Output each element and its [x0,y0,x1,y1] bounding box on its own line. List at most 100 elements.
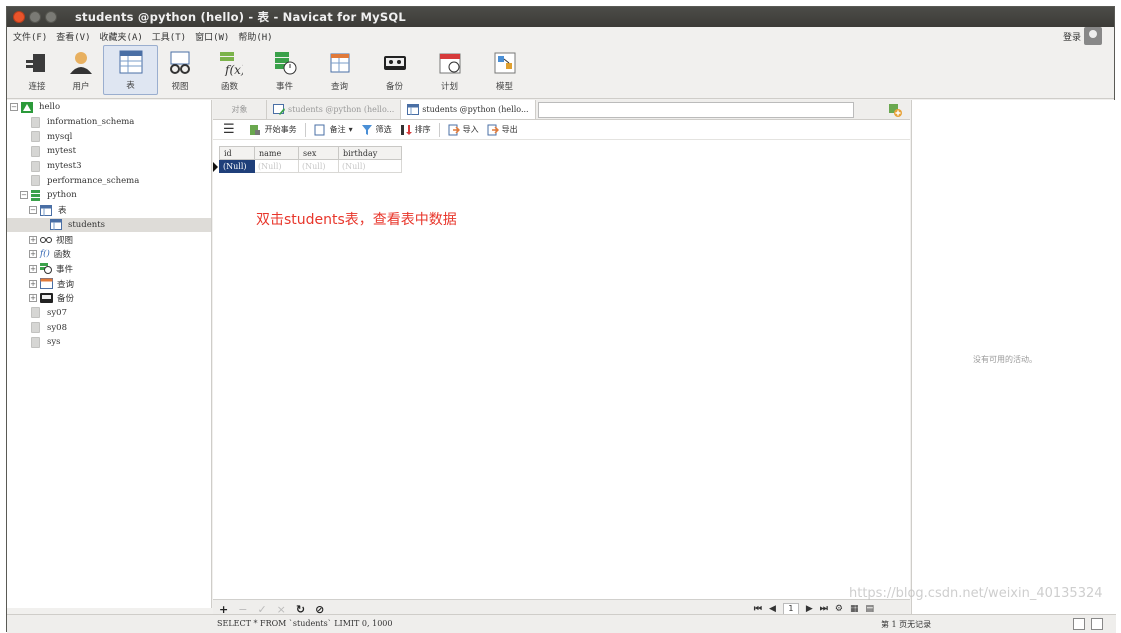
tree-node-queries[interactable]: + 查询 [7,276,211,291]
expand-icon[interactable]: + [29,294,37,303]
column-header-name[interactable]: name [254,146,299,160]
toolbar-schedule-label: 计划 [440,82,458,92]
tree-db-label: python [47,190,77,201]
tree-db-label: performance_schema [47,175,140,186]
tree-db-sy08[interactable]: sy08 [7,320,211,335]
cell-name[interactable]: (Null) [254,159,299,173]
menu-bar: 文件(F) 查看(V) 收藏夹(A) 工具(T) 窗口(W) 帮助(H) 登录 [7,27,1114,45]
toolbar-view-button[interactable]: 视图 [158,45,202,95]
tree-db-mytest3[interactable]: mytest3 [7,159,211,174]
tree-db-performance-schema[interactable]: performance_schema [7,173,211,188]
cell-sex[interactable]: (Null) [298,159,339,173]
collapse-icon[interactable]: − [29,206,37,215]
toolbar-event-label: 事件 [275,82,293,92]
tree-node-views[interactable]: + 视图 [7,232,211,247]
collapse-icon[interactable]: − [10,103,18,112]
settings-gear-icon[interactable]: ⚙ [835,604,843,614]
tab-filter-field[interactable] [537,101,854,118]
prev-page-icon[interactable]: ◀ [769,604,776,614]
tree-db-python[interactable]: − python [7,188,211,203]
toggle-right-panel-icon[interactable] [1091,618,1103,630]
toolbar-model-button[interactable]: 模型 [477,45,532,95]
user-avatar-icon[interactable] [1084,27,1102,45]
menu-file[interactable]: 文件(F) [13,30,47,43]
toolbar-backup-label: 备份 [385,82,403,92]
table-icon [50,219,62,231]
expand-icon[interactable]: + [29,250,37,259]
database-icon [31,307,40,319]
tree-db-mytest[interactable]: mytest [7,144,211,159]
filter-label: 筛选 [375,125,392,134]
toolbar-table-button[interactable]: 表 [103,45,158,95]
begin-transaction-button[interactable]: 开始事务 [249,124,297,136]
menu-window[interactable]: 窗口(W) [195,30,229,43]
tree-node-events[interactable]: + 事件 [7,262,211,277]
tree-node-label: 事件 [56,264,74,275]
toolbar-connect-button[interactable]: 连接 [15,45,59,95]
tree-db-mysql[interactable]: mysql [7,129,211,144]
toolbar-user-button[interactable]: 用户 [59,45,103,95]
maximize-window-button[interactable] [45,11,57,23]
toolbar-query-button[interactable]: 查询 [312,45,367,95]
sort-icon [400,124,412,135]
login-link[interactable]: 登录 [1063,30,1081,43]
cell-birthday[interactable]: (Null) [338,159,402,173]
next-page-icon[interactable]: ▶ [806,604,813,614]
import-button[interactable]: 导入 [448,124,479,136]
tree-node-backups[interactable]: + 备份 [7,291,211,306]
filter-button[interactable]: 筛选 [361,124,392,136]
menu-favorites[interactable]: 收藏夹(A) [100,30,143,43]
tree-db-information-schema[interactable]: information_schema [7,115,211,130]
database-icon [31,175,40,187]
sort-button[interactable]: 排序 [400,124,431,136]
expand-icon[interactable]: + [29,235,37,244]
expand-icon[interactable]: + [29,264,37,273]
column-header-sex[interactable]: sex [298,146,339,160]
menu-hamburger-icon[interactable]: ☰ [223,122,235,137]
activity-pane: 没有可用的活动。 [911,100,1115,622]
connection-tree: − hello information_schema mysql mytest … [7,100,212,608]
close-window-button[interactable] [13,11,25,23]
tab-students-design[interactable]: students @python (hello... [267,100,402,119]
tree-db-sys[interactable]: sys [7,335,211,350]
tree-node-functions[interactable]: + f() 函数 [7,247,211,262]
form-view-icon[interactable]: ▤ [865,604,874,614]
toolbar-backup-button[interactable]: 备份 [367,45,422,95]
plug-icon [26,54,45,72]
minimize-window-button[interactable] [29,11,41,23]
no-activity-text: 没有可用的活动。 [973,355,1037,364]
export-button[interactable]: 导出 [487,124,518,136]
tree-node-tables[interactable]: − 表 [7,203,211,218]
table-row[interactable]: (Null) (Null) (Null) (Null) [219,159,402,173]
tab-bar: 对象 students @python (hello... students @… [213,100,910,120]
menu-tools[interactable]: 工具(T) [152,30,186,43]
expand-icon[interactable]: + [29,279,37,288]
menu-view[interactable]: 查看(V) [56,30,90,43]
tree-node-label: 表 [58,206,67,217]
table-icon [119,50,142,74]
toggle-left-panel-icon[interactable] [1073,618,1085,630]
tab-objects[interactable]: 对象 [213,100,267,119]
tree-db-sy07[interactable]: sy07 [7,306,211,321]
toolbar-schedule-button[interactable]: 计划 [422,45,477,95]
column-header-id[interactable]: id [219,146,255,160]
column-header-birthday[interactable]: birthday [338,146,402,160]
data-toolbar: ☰ 开始事务 备注 ▾ 筛选 排序 导入 导出 [213,120,910,140]
tree-connection-hello[interactable]: − hello [7,100,211,115]
memo-label: 备注 [329,125,346,134]
collapse-icon[interactable]: − [20,191,28,200]
tree-table-students[interactable]: students [7,217,211,233]
memo-button[interactable]: 备注 ▾ [314,124,353,136]
toolbar-model-label: 模型 [495,82,513,92]
last-page-icon[interactable]: ⏭ [820,604,828,614]
cell-id[interactable]: (Null) [219,159,255,173]
first-page-icon[interactable]: ⏮ [754,604,762,614]
grid-view-icon[interactable]: ▦ [850,604,859,614]
tab-students-data[interactable]: students @python (hello... [401,100,536,119]
toolbar-function-button[interactable]: f(x) 函数 [202,45,257,95]
table-icon [40,204,52,216]
backup-icon [40,293,53,304]
toolbar-event-button[interactable]: 事件 [257,45,312,95]
add-tab-icon[interactable] [888,103,902,117]
menu-help[interactable]: 帮助(H) [238,30,272,43]
